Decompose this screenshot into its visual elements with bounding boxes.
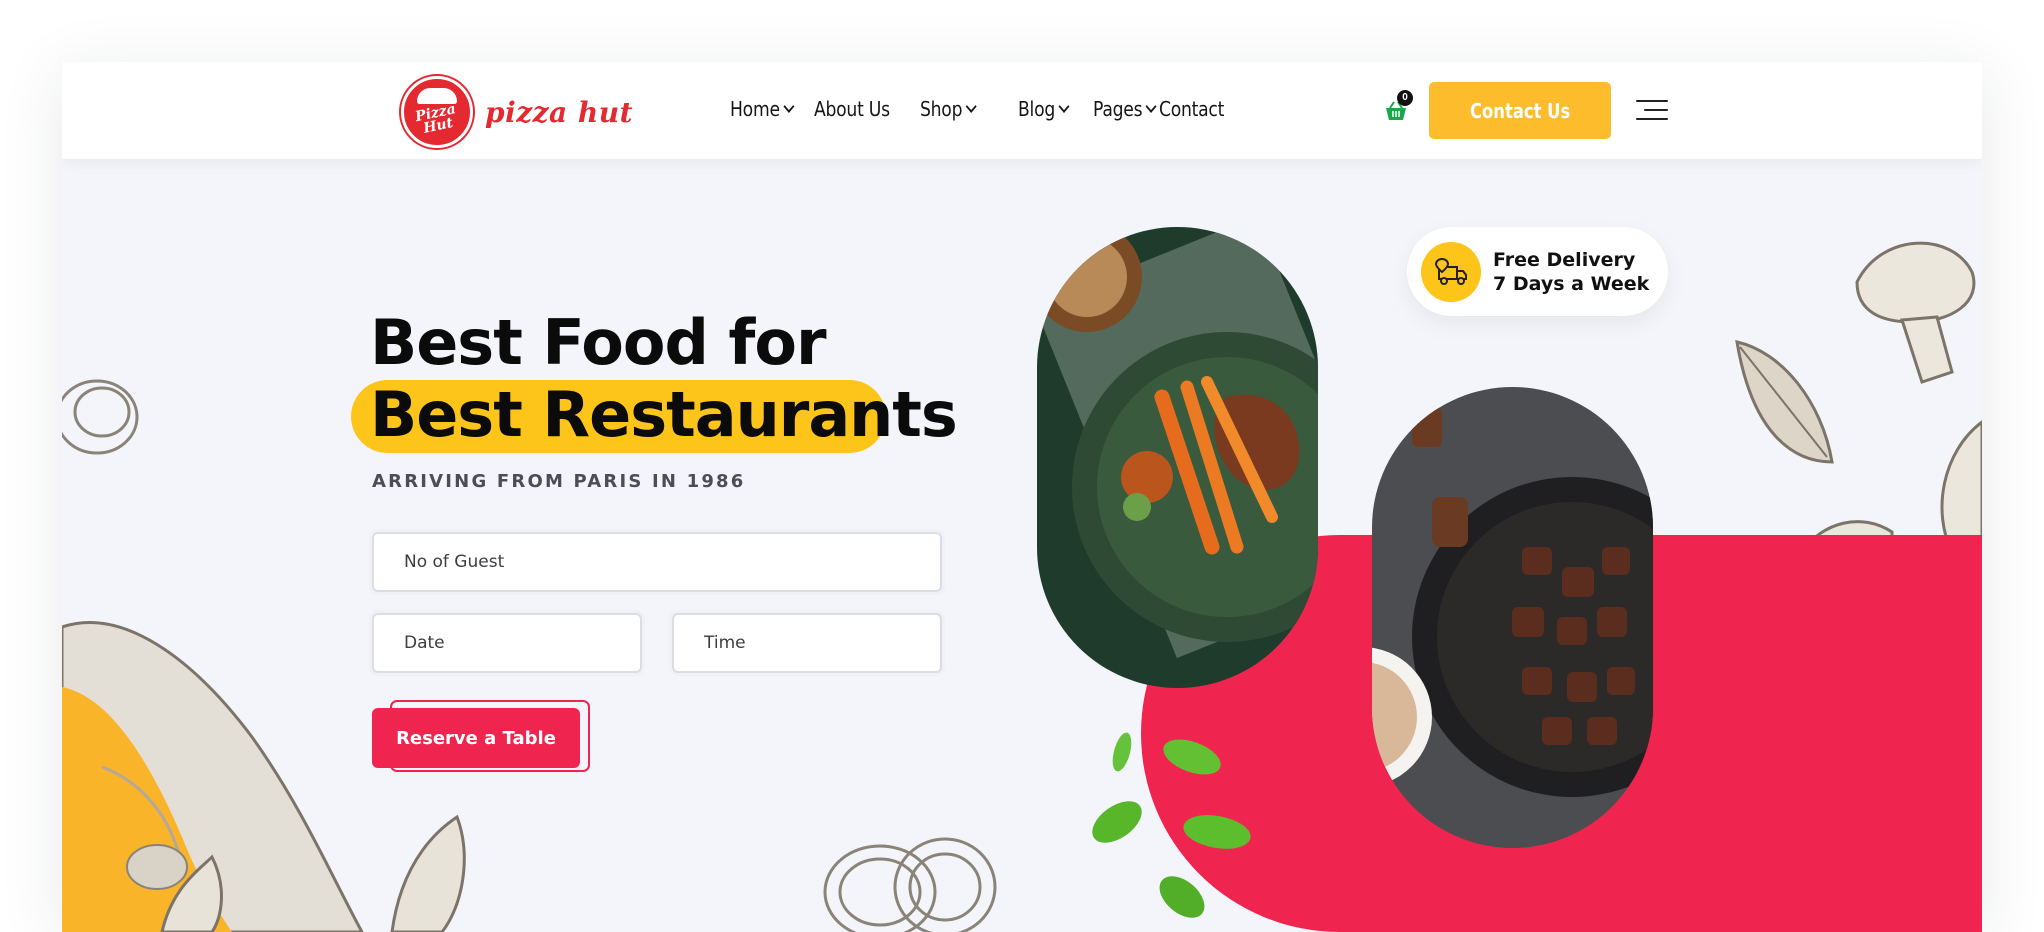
hero-title-line2: Best Restaurants (370, 378, 958, 451)
delivery-truck-icon (1421, 241, 1481, 302)
hero-subtitle: ARRIVING FROM PARIS IN 1986 (372, 471, 746, 492)
nav-blog[interactable]: Blog (1018, 97, 1070, 121)
header: Pizza Hut pizza hut Home About Us Shop B… (62, 62, 1982, 159)
date-input[interactable] (374, 615, 640, 671)
nav-shop[interactable]: Shop (920, 97, 977, 121)
pizza-hut-badge-icon: Pizza Hut (401, 76, 473, 148)
nav-about-us[interactable]: About Us (814, 97, 890, 121)
nav-home-label: Home (730, 97, 780, 121)
chevron-down-icon (965, 100, 977, 113)
nav-blog-label: Blog (1018, 97, 1055, 121)
basil-leaves-icon (1092, 732, 1251, 918)
brand-logo[interactable]: Pizza Hut pizza hut (401, 76, 633, 148)
chevron-down-icon (1145, 100, 1157, 113)
dish-photo-steak-carrots (1037, 227, 1318, 688)
nav-about-label: About Us (814, 97, 890, 121)
nav-pages-label: Pages (1093, 97, 1143, 121)
free-delivery-text: Free Delivery 7 Days a Week (1493, 248, 1650, 295)
mushroom-sketch-icon (1735, 241, 1982, 552)
guests-field[interactable] (372, 532, 942, 592)
reserve-table-button[interactable]: Reserve a Table (372, 708, 580, 768)
hero-frame: Free Delivery 7 Days a Week Best Food fo… (62, 62, 1982, 932)
nav-home[interactable]: Home (730, 97, 795, 121)
hero-title-line1: Best Food for (370, 306, 827, 379)
contact-us-label: Contact Us (1469, 98, 1571, 123)
logo-badge-text: Pizza Hut (413, 101, 458, 137)
guests-input[interactable] (374, 534, 940, 590)
onion-ring-sketch-icon (62, 379, 139, 455)
nav-contact[interactable]: Contact (1159, 97, 1224, 121)
time-field[interactable] (672, 613, 942, 673)
nav-shop-label: Shop (920, 97, 963, 121)
nav-contact-label: Contact (1159, 97, 1225, 121)
contact-us-button[interactable]: Contact Us (1429, 82, 1611, 139)
chevron-down-icon (1058, 100, 1070, 113)
date-field[interactable] (372, 613, 642, 673)
nav-pages[interactable]: Pages (1093, 97, 1157, 121)
free-delivery-badge: Free Delivery 7 Days a Week (1407, 227, 1668, 316)
cart-count-badge: 0 (1397, 90, 1413, 106)
dish-photo-beef-skillet (1372, 387, 1653, 848)
time-input[interactable] (674, 615, 940, 671)
brand-name: pizza hut (485, 95, 634, 129)
chevron-down-icon (783, 100, 795, 113)
menu-icon[interactable] (1636, 100, 1668, 122)
onion-rings-bottom-icon (823, 837, 997, 932)
